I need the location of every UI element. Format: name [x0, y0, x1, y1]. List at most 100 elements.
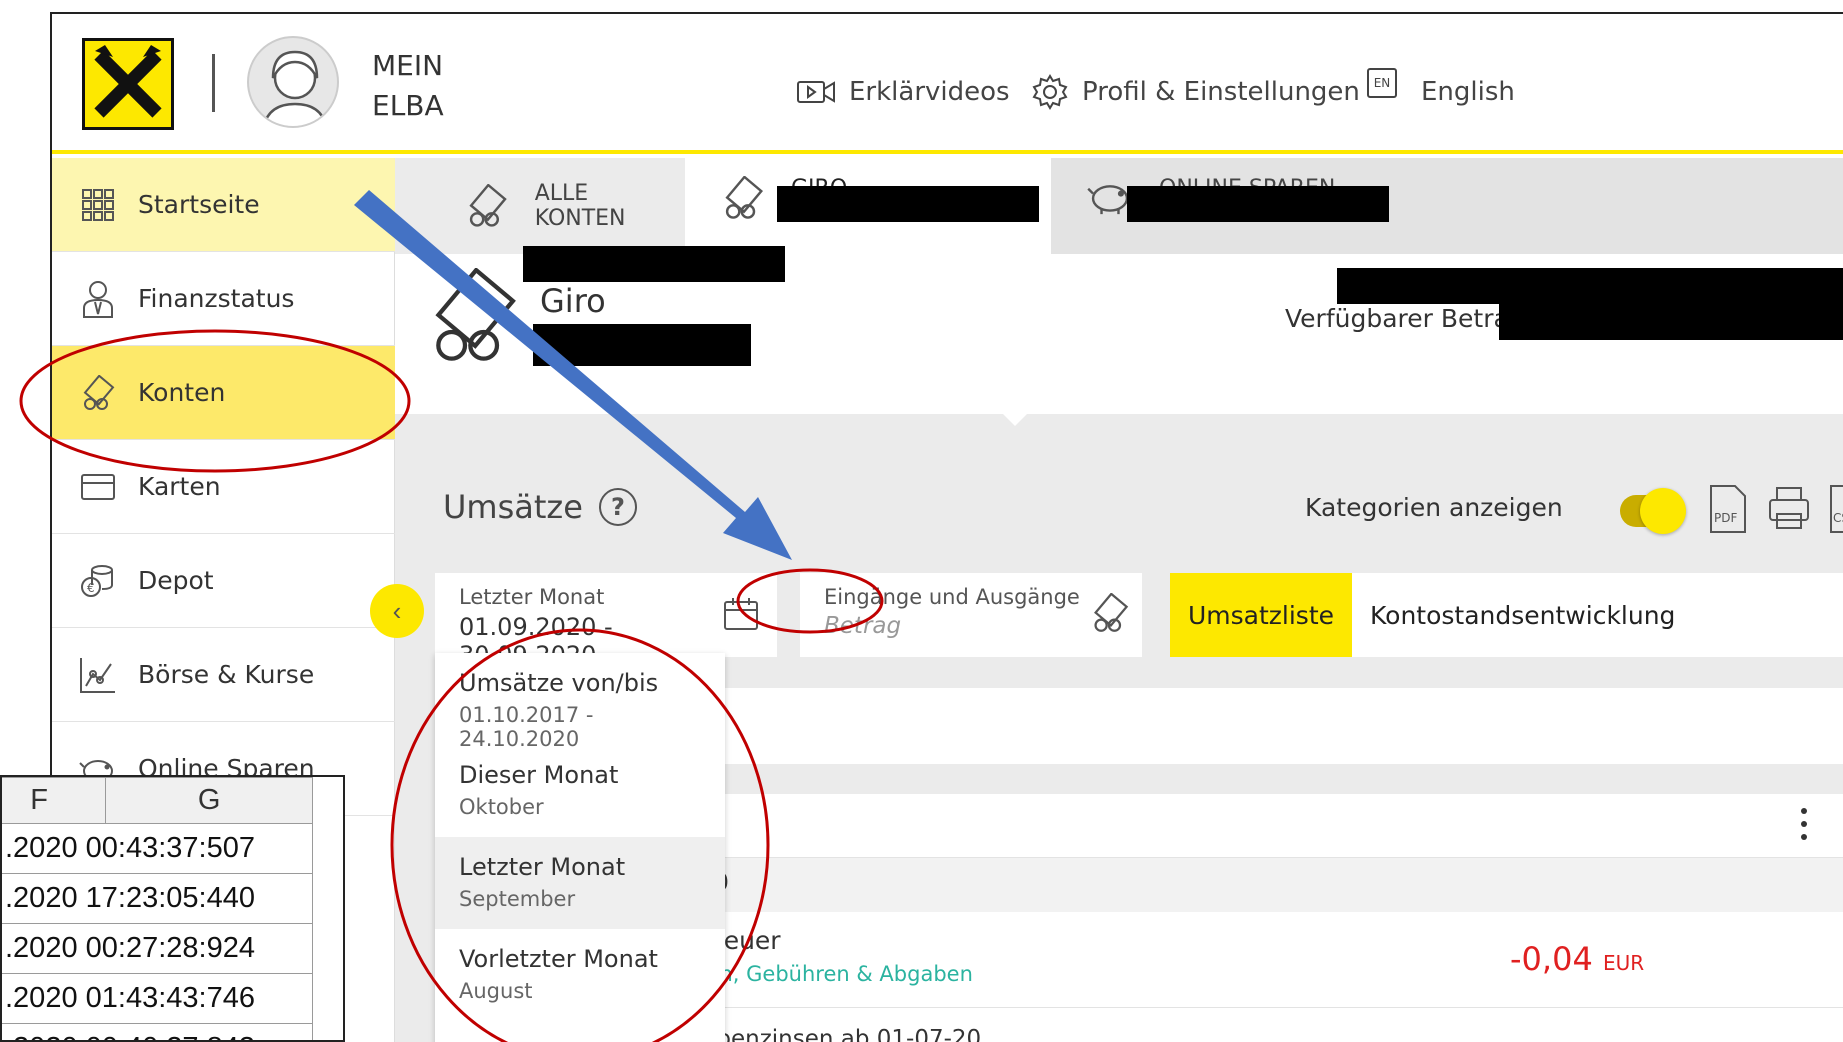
avatar[interactable]	[247, 36, 339, 128]
sidebar-item-boerse[interactable]: Börse & Kurse	[52, 628, 395, 722]
card-icon	[78, 467, 118, 507]
excel-row: .2020 00:43:37:507	[2, 823, 313, 874]
header-link-english[interactable]: EN English	[1367, 68, 1515, 112]
top-header: MEIN ELBA Erklärvideos Profil & Einstell…	[52, 14, 1843, 154]
sidebar-item-karten[interactable]: Karten	[52, 440, 395, 534]
tab-label: ALLE KONTEN	[534, 181, 626, 231]
sidebar-item-label: Startseite	[138, 190, 260, 219]
categories-label: Kategorien anzeigen	[1305, 493, 1563, 522]
svg-text:CSV: CSV	[1833, 511, 1843, 525]
grid-icon	[78, 185, 118, 225]
dropdown-item-title: Letzter Monat	[459, 853, 626, 881]
accounts-icon	[1094, 593, 1129, 632]
accounts-icon	[78, 373, 118, 413]
logo-divider	[212, 54, 215, 112]
accounts-icon	[435, 268, 516, 361]
redacted-account-owner	[523, 246, 785, 282]
dropdown-item-title: Umsätze von/bis	[459, 669, 659, 697]
date-range-dropdown: Umsätze von/bis 01.10.2017 - 24.10.2020 …	[435, 653, 725, 1042]
tab-alle-konten[interactable]: ALLE KONTEN	[395, 158, 685, 254]
redacted-account-number	[777, 186, 1039, 222]
dropdown-item-title: Dieser Monat	[459, 761, 619, 789]
date-filter-label: Letzter Monat	[459, 585, 605, 609]
excel-cell[interactable]: .2020 00:27:28:924	[2, 923, 313, 974]
dropdown-item-sub: September	[459, 887, 576, 911]
redacted-iban	[533, 324, 751, 366]
coins-icon: €	[78, 561, 118, 601]
transaction-title: Habenzinsen ab 01-07-20	[685, 1026, 982, 1042]
flow-filter[interactable]: Eingänge und Ausgänge Betrag	[800, 573, 1142, 657]
svg-text:PDF: PDF	[1714, 511, 1737, 525]
video-icon	[797, 81, 835, 103]
pointer-notch	[1001, 412, 1029, 426]
svg-text:€: €	[87, 581, 95, 595]
flow-filter-label: Eingänge und Ausgänge	[824, 585, 1080, 609]
umsatzliste-button[interactable]: Umsatzliste	[1170, 573, 1352, 657]
transaction-amount: -0,04 EUR	[1510, 940, 1645, 978]
header-link-profil[interactable]: Profil & Einstellungen	[1032, 72, 1360, 112]
excel-cell[interactable]: .2020 17:23:05:440	[2, 873, 313, 924]
excel-row: .2020 00:40:27:843	[2, 1023, 313, 1040]
excel-column-header[interactable]: G	[105, 777, 313, 824]
header-link-label: Profil & Einstellungen	[1082, 77, 1360, 107]
gear-icon	[1032, 74, 1068, 110]
accounts-icon	[725, 176, 764, 219]
date-filter[interactable]: Letzter Monat 01.09.2020 - 30.09.2020	[435, 573, 777, 669]
excel-row: .2020 17:23:05:440	[2, 873, 313, 924]
help-icon[interactable]: ?	[598, 488, 637, 526]
redacted-account-number	[1127, 186, 1389, 222]
sidebar-item-startseite[interactable]: Startseite	[52, 158, 395, 252]
dropdown-item-letzter-monat[interactable]: Letzter Monat September	[435, 837, 725, 929]
dropdown-item-sub: 01.10.2017 - 24.10.2020	[459, 703, 594, 751]
excel-cell[interactable]: .2020 01:43:43:746	[2, 973, 313, 1024]
print-icon	[1769, 487, 1809, 529]
excel-column-header[interactable]: F	[2, 777, 107, 824]
calendar-icon[interactable]	[723, 597, 759, 631]
redacted-available-amount	[1499, 294, 1843, 340]
header-link-label: Erklärvideos	[849, 77, 1010, 107]
transaction-category: uern, Gebühren & Abgaben	[685, 962, 973, 986]
accounts-icon	[469, 184, 507, 227]
excel-cell[interactable]: .2020 00:43:37:507	[2, 823, 313, 874]
dropdown-item-umsaetze-von-bis[interactable]: Umsätze von/bis 01.10.2017 - 24.10.2020	[435, 653, 725, 751]
sidebar-item-konten[interactable]: Konten	[52, 346, 395, 440]
excel-table: F G .2020 00:43:37:507 .2020 17:23:05:44…	[2, 777, 313, 1040]
excel-row: .2020 00:27:28:924	[2, 923, 313, 974]
amount-input[interactable]: Betrag	[824, 613, 1118, 639]
dropdown-item-dieser-monat[interactable]: Dieser Monat Oktober	[435, 745, 725, 837]
main-content: ALLE KONTEN GIRO ONLINE SPAREN Giro Verf…	[395, 158, 1843, 1042]
brand-title: MEIN ELBA	[372, 49, 444, 122]
print-button[interactable]	[1767, 484, 1811, 534]
sidebar-item-label: Konten	[138, 378, 226, 407]
toggle-knob[interactable]	[1640, 488, 1686, 534]
excel-header-row: F G	[2, 777, 313, 824]
pdf-export-button[interactable]: PDF	[1705, 484, 1749, 534]
sidebar-item-label: Depot	[138, 566, 214, 595]
dropdown-item-sub: Oktober	[459, 795, 544, 819]
excel-row: .2020 01:43:43:746	[2, 973, 313, 1024]
raiffeisen-logo[interactable]	[82, 38, 174, 130]
person-icon	[78, 279, 118, 319]
excel-cell[interactable]: .2020 00:40:27:843	[2, 1023, 313, 1040]
pdf-icon: PDF	[1710, 485, 1746, 533]
sidebar-item-label: Börse & Kurse	[138, 660, 315, 689]
sidebar-item-finanzstatus[interactable]: Finanzstatus	[52, 252, 395, 346]
dropdown-item-sub: August	[459, 979, 533, 1003]
chart-icon	[78, 655, 118, 695]
sidebar-item-depot[interactable]: € Depot	[52, 534, 395, 628]
account-name: Giro	[540, 282, 606, 320]
more-vertical-icon[interactable]	[1801, 808, 1807, 840]
kontostandsentwicklung-button[interactable]: Kontostandsentwicklung	[1352, 573, 1843, 657]
account-summary: Giro Verfügbarer Betrag:	[395, 246, 1843, 426]
header-link-label: English	[1421, 77, 1515, 107]
dropdown-item-vorletzter-monat[interactable]: Vorletzter Monat August	[435, 929, 725, 1021]
excel-snippet: F G .2020 00:43:37:507 .2020 17:23:05:44…	[0, 775, 345, 1042]
chevron-left-icon: ‹	[392, 595, 402, 626]
sidebar-collapse-button[interactable]: ‹	[370, 584, 424, 638]
sidebar-item-label: Karten	[138, 472, 221, 501]
header-link-erklaervideos[interactable]: Erklärvideos	[797, 72, 1010, 112]
umsaetze-title: Umsätze ?	[443, 488, 637, 526]
csv-icon: CSV	[1830, 485, 1843, 533]
csv-export-button[interactable]: CSV	[1825, 484, 1843, 534]
dropdown-item-title: Vorletzter Monat	[459, 945, 658, 973]
